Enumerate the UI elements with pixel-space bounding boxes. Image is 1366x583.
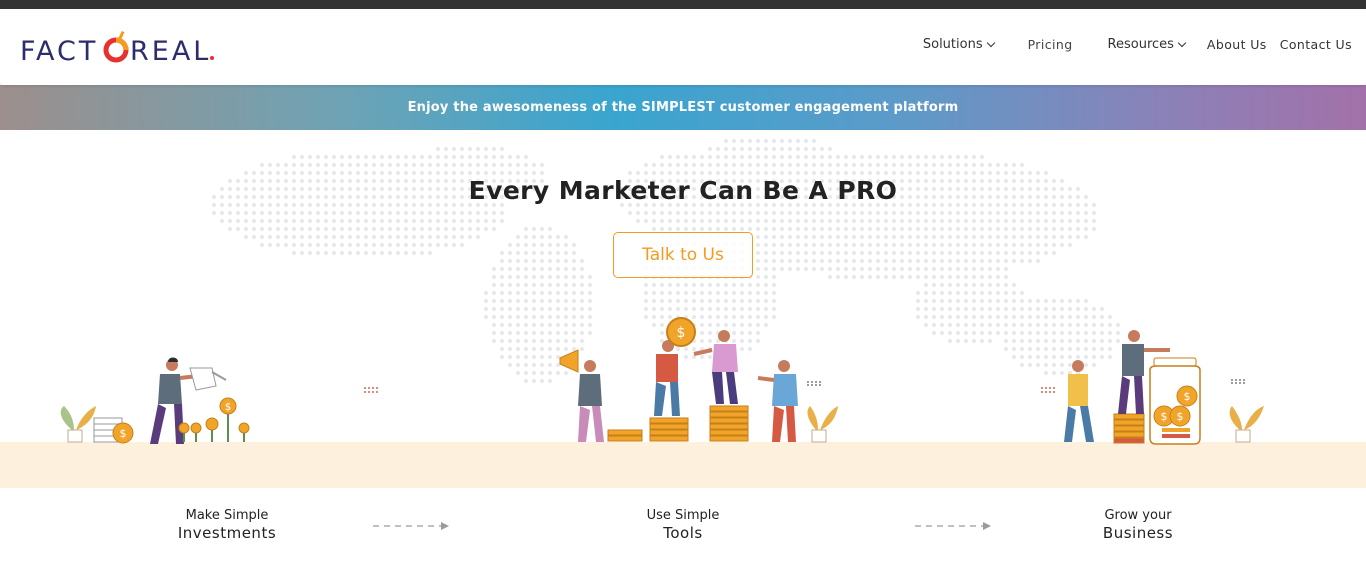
plant-icon: [1229, 406, 1264, 443]
headline-emphasis: PRO: [837, 176, 898, 205]
nav-contact-label: Contact Us: [1279, 37, 1352, 52]
step-tools: Use Simple Tools: [583, 508, 783, 543]
step-investments: Make Simple Investments: [127, 508, 327, 543]
talk-to-us-button[interactable]: Talk to Us: [613, 232, 753, 278]
cash-stack-icon: $: [93, 417, 134, 444]
decor-dots: [1231, 379, 1245, 384]
step-line1: Make Simple: [185, 508, 269, 523]
nav-pricing[interactable]: Pricing: [1028, 37, 1073, 52]
headline-text: Every Marketer Can Be A: [468, 176, 838, 205]
people-passing-coin-icon: $: [654, 317, 738, 416]
nav-resources-label: Resources: [1107, 37, 1174, 52]
hero-headline: Every Marketer Can Be A PRO: [0, 176, 1366, 205]
banner-text: Enjoy the awesomeness of the SIMPLEST cu…: [407, 100, 959, 115]
svg-text:$: $: [677, 325, 686, 341]
arrow-right-icon: [915, 522, 991, 530]
svg-text:$: $: [120, 427, 127, 440]
svg-text:REAL: REAL: [130, 36, 211, 67]
announcement-banner: Enjoy the awesomeness of the SIMPLEST cu…: [0, 85, 1366, 130]
nav-pricing-label: Pricing: [1027, 37, 1073, 52]
decor-dots: [1041, 387, 1055, 393]
main-nav: Solutions Pricing Resources About Us Con…: [923, 37, 1352, 52]
nav-about-label: About Us: [1206, 37, 1267, 52]
nav-solutions[interactable]: Solutions: [922, 37, 995, 52]
step-line2: Business: [1102, 524, 1174, 542]
svg-text:$: $: [1184, 390, 1191, 403]
step-business: Grow your Business: [1038, 508, 1238, 543]
step-line2: Tools: [663, 524, 703, 542]
chevron-down-icon: [1177, 38, 1187, 47]
coin-plants-icon: $: [178, 397, 250, 442]
hero-illustration: $ $ $ $ $ $: [60, 317, 1264, 445]
svg-text:$: $: [225, 402, 231, 413]
factoreal-logo[interactable]: FACT REAL: [20, 30, 220, 67]
step-line2: Investments: [177, 524, 277, 542]
site-header: FACT REAL Solutions Pricing Resources Ab…: [0, 9, 1366, 85]
svg-text:FACT: FACT: [20, 36, 98, 67]
plant-icon: [60, 406, 96, 443]
logo-mark: FACT REAL: [20, 30, 214, 67]
steps-row: Make Simple Investments Use Simple Tools…: [0, 488, 1366, 583]
nav-resources[interactable]: Resources: [1107, 37, 1187, 52]
top-strip: [0, 0, 1366, 9]
decor-dots: [807, 381, 821, 386]
chevron-down-icon: [986, 38, 995, 47]
nav-contact-us[interactable]: Contact Us: [1280, 37, 1352, 52]
person-megaphone-icon: [559, 349, 604, 442]
step-line1: Use Simple: [646, 508, 720, 523]
decor-dots: [364, 387, 378, 393]
nav-solutions-label: Solutions: [922, 37, 983, 52]
plant-icon: [807, 406, 838, 443]
person-yellow-icon: [1064, 360, 1094, 442]
svg-text:$: $: [1161, 410, 1168, 423]
svg-text:$: $: [1177, 410, 1184, 423]
person-standing-icon: [757, 360, 798, 442]
hero-section: $ $ $ $ $ $ Every Marketer Can Be A PRO …: [0, 130, 1366, 488]
arrow-right-icon: [373, 522, 449, 530]
money-jar-icon: $ $ $: [1149, 357, 1201, 445]
step-line1: Grow your: [1104, 508, 1172, 523]
nav-about-us[interactable]: About Us: [1207, 37, 1267, 52]
